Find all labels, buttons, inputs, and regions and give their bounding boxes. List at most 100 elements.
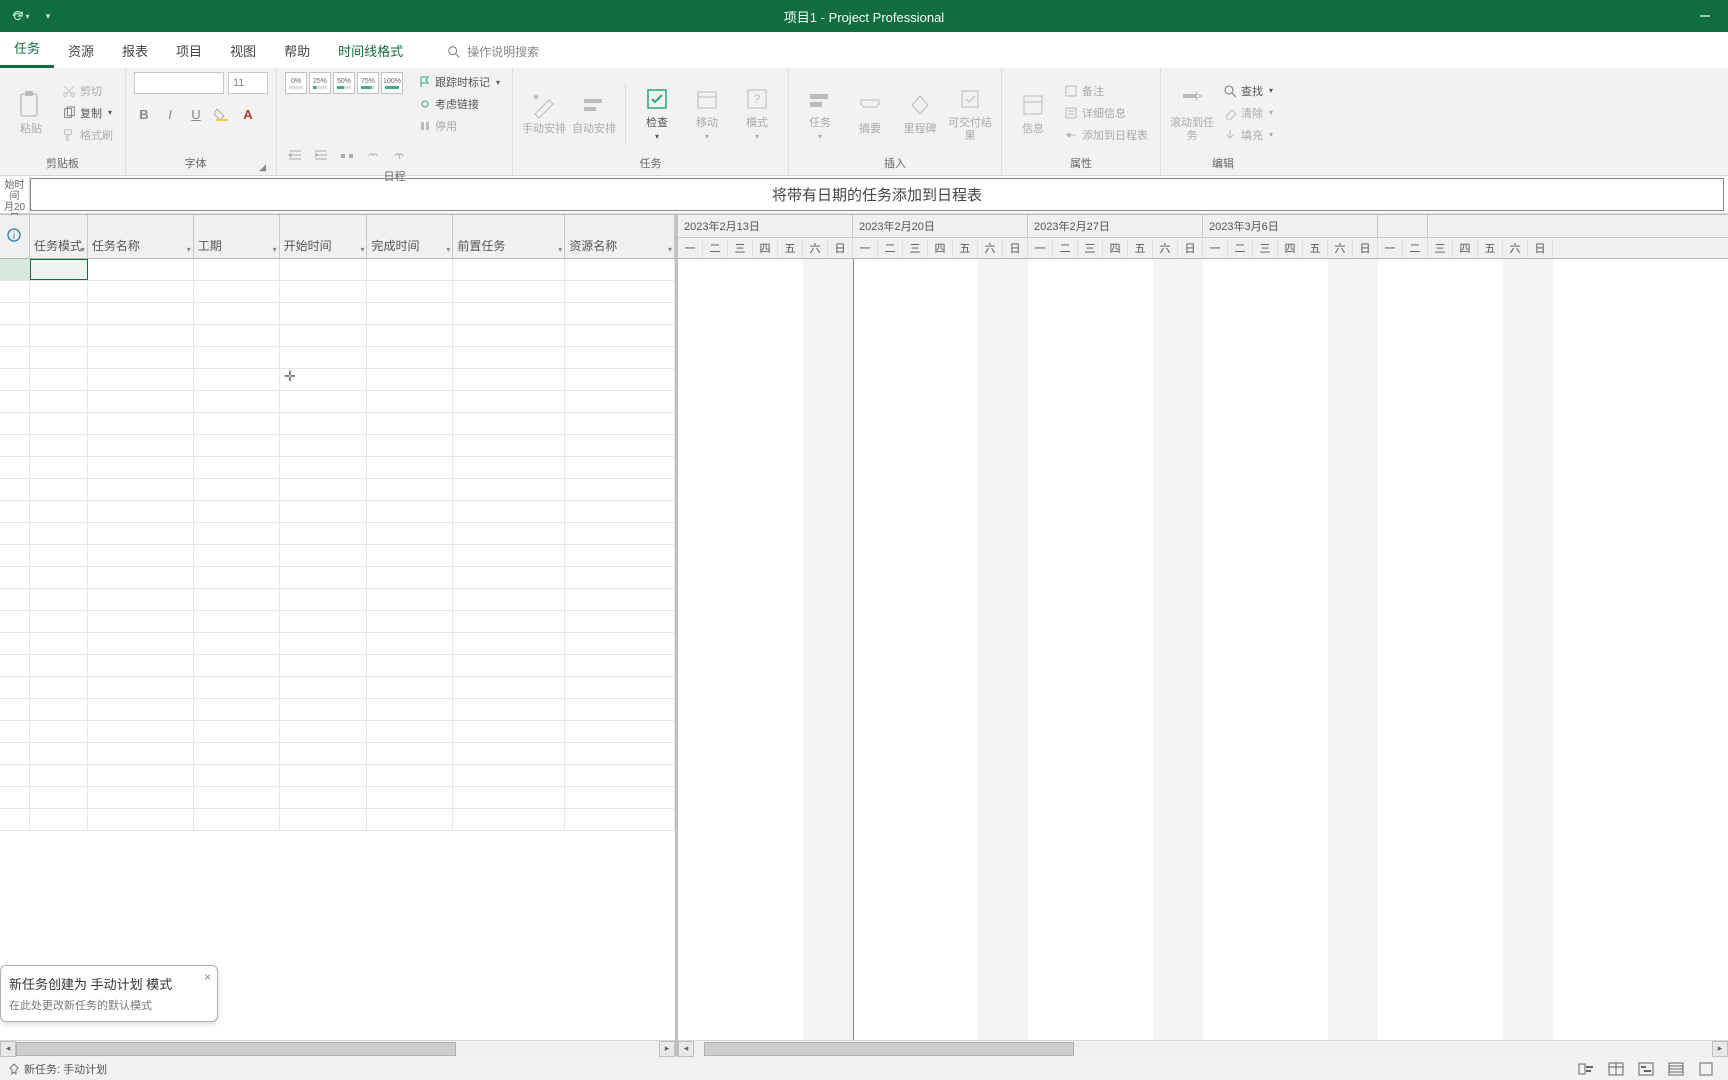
outdent-button[interactable] [285,146,305,166]
qat-customize-button[interactable]: ▾ [36,4,60,28]
table-row[interactable] [0,413,675,435]
unlink-tasks-button[interactable] [389,146,409,166]
gantt-timescale[interactable]: 2023年2月13日2023年2月20日2023年2月27日2023年3月6日 … [678,215,1728,259]
tab-report[interactable]: 报表 [108,33,162,68]
pct-25-button[interactable]: 25% [309,72,331,94]
font-name-combo[interactable] [134,72,224,94]
table-row[interactable] [0,809,675,831]
link-tasks-button[interactable] [363,146,383,166]
redo-button[interactable]: ▾ [8,4,32,28]
gantt-scroll-right-button[interactable]: ▸ [1712,1041,1728,1057]
copy-button[interactable]: 复制▾ [58,103,117,123]
col-predecessors[interactable]: 前置任务▾ [453,215,565,258]
tell-me-search[interactable]: 操作说明搜索 [447,35,539,68]
table-row[interactable] [0,479,675,501]
table-row[interactable] [0,765,675,787]
table-row[interactable] [0,347,675,369]
find-button[interactable]: 查找▾ [1219,81,1277,101]
table-row[interactable] [0,325,675,347]
table-row[interactable] [0,743,675,765]
gantt-horizontal-scrollbar[interactable]: ◂ ▸ [678,1040,1728,1056]
paste-button[interactable]: 粘贴 [8,89,54,135]
scroll-right-button[interactable]: ▸ [659,1041,675,1057]
new-task-mode-status[interactable]: 新任务: 手动计划 [8,1061,107,1077]
tab-help[interactable]: 帮助 [270,33,324,68]
col-task-name[interactable]: 任务名称▾ [88,215,194,258]
table-row[interactable] [0,501,675,523]
tooltip-close-button[interactable]: × [204,970,211,984]
tab-timeline-format[interactable]: 时间线格式 [324,33,417,68]
respect-links-button[interactable]: 跟踪时标记▾ [415,72,504,92]
gantt-scroll-left-button[interactable]: ◂ [678,1041,694,1057]
bold-button[interactable]: B [134,104,154,124]
fill-color-button[interactable] [212,104,232,124]
col-resources[interactable]: 资源名称▾ [565,215,675,258]
minimize-button[interactable] [1682,0,1728,32]
gantt-body[interactable] [678,259,1728,1040]
move-button[interactable]: 移动▾ [684,83,730,141]
tab-resource[interactable]: 资源 [54,33,108,68]
view-report-button[interactable] [1692,1059,1720,1079]
insert-summary-button[interactable]: 摘要 [847,89,893,135]
clear-button[interactable]: 清除▾ [1219,103,1277,123]
table-row[interactable] [0,589,675,611]
view-gantt-button[interactable] [1572,1059,1600,1079]
cut-button[interactable]: 剪切 [58,81,117,101]
col-task-mode[interactable]: 任务模式▾ [30,215,88,258]
insert-task-button[interactable]: 任务▾ [797,83,843,141]
fill-button[interactable]: 填充▾ [1219,125,1277,145]
information-button[interactable]: 信息 [1010,89,1056,135]
scroll-left-button[interactable]: ◂ [0,1041,16,1057]
timeline-drop-area[interactable]: 将带有日期的任务添加到日程表 [30,178,1724,211]
auto-schedule-button[interactable]: 自动安排 [571,89,617,135]
mode-button[interactable]: ?模式▾ [734,83,780,141]
table-row[interactable] [0,787,675,809]
table-row[interactable] [0,369,675,391]
grid-horizontal-scrollbar[interactable]: ◂ ▸ [0,1040,675,1056]
format-painter-button[interactable]: 格式刷 [58,125,117,145]
pct-100-button[interactable]: 100% [381,72,403,94]
tab-project[interactable]: 项目 [162,33,216,68]
pct-0-button[interactable]: 0% [285,72,307,94]
manual-schedule-button[interactable]: 手动安排 [521,89,567,135]
table-row[interactable] [0,633,675,655]
indent-button[interactable] [311,146,331,166]
table-row[interactable] [0,545,675,567]
col-start[interactable]: 开始时间▾ [280,215,368,258]
font-size-combo[interactable] [228,72,268,94]
view-resource-sheet-button[interactable] [1662,1059,1690,1079]
notes-button[interactable]: 备注 [1060,81,1152,101]
font-color-button[interactable]: A [238,104,258,124]
pct-50-button[interactable]: 50% [333,72,355,94]
table-row[interactable] [0,281,675,303]
inspect-button[interactable]: 检查▾ [634,83,680,141]
view-team-planner-button[interactable] [1632,1059,1660,1079]
table-row[interactable] [0,523,675,545]
pct-75-button[interactable]: 75% [357,72,379,94]
col-duration[interactable]: 工期▾ [194,215,280,258]
table-row[interactable] [0,435,675,457]
table-row[interactable] [0,391,675,413]
links-button[interactable]: 考虑链接 [415,94,504,114]
add-to-timeline-button[interactable]: 添加到日程表 [1060,125,1152,145]
insert-deliverable-button[interactable]: 可交付结果 [947,83,993,141]
table-row[interactable] [0,457,675,479]
table-row[interactable] [0,611,675,633]
italic-button[interactable]: I [160,104,180,124]
table-row[interactable] [0,567,675,589]
details-button[interactable]: 详细信息 [1060,103,1152,123]
tab-task[interactable]: 任务 [0,30,54,68]
scroll-to-task-button[interactable]: 滚动到任务 [1169,83,1215,141]
tab-view[interactable]: 视图 [216,33,270,68]
grid-body[interactable] [0,259,675,1040]
table-row[interactable] [0,259,675,281]
underline-button[interactable]: U [186,104,206,124]
col-finish[interactable]: 完成时间▾ [367,215,453,258]
table-row[interactable] [0,699,675,721]
col-indicator[interactable]: i [0,215,30,258]
insert-milestone-button[interactable]: 里程碑 [897,89,943,135]
split-task-button[interactable] [337,146,357,166]
table-row[interactable] [0,721,675,743]
table-row[interactable] [0,655,675,677]
inactivate-button[interactable]: 停用 [415,116,504,136]
